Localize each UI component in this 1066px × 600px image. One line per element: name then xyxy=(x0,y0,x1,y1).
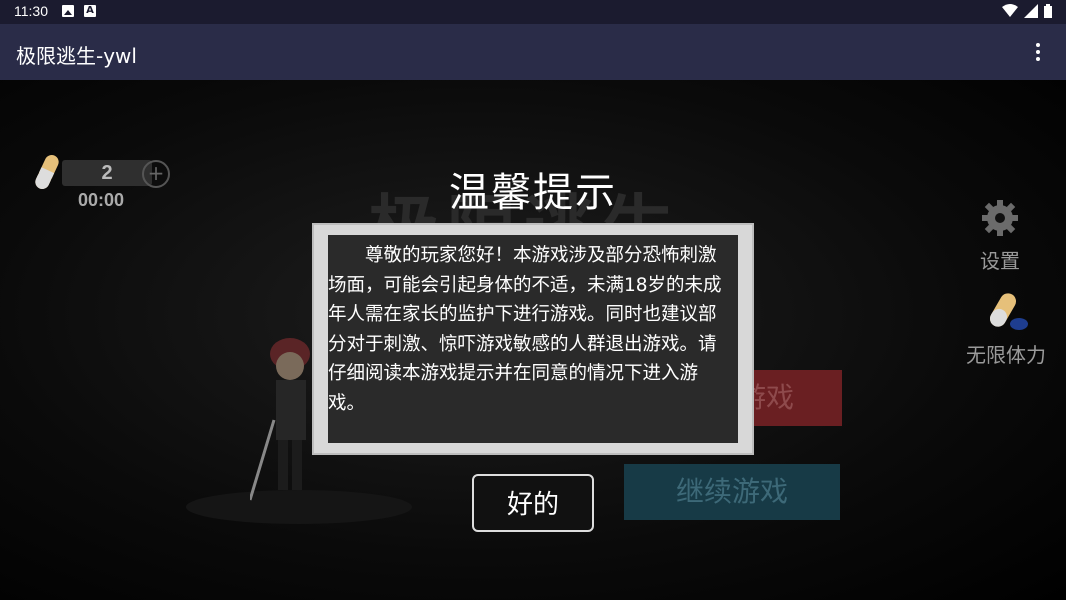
settings-label: 设置 xyxy=(980,249,1020,273)
overflow-menu-icon[interactable] xyxy=(1026,40,1050,64)
font-notification-icon: A xyxy=(84,5,96,17)
dialog-title: 温馨提示 xyxy=(449,170,617,216)
status-bar: 11:30 A xyxy=(0,0,1066,24)
status-time: 11:30 xyxy=(14,3,48,19)
image-notification-icon xyxy=(62,5,74,17)
warning-dialog: 尊敬的玩家您好！本游戏涉及部分恐怖刺激场面，可能会引起身体的不适，未满18岁的未… xyxy=(312,223,754,455)
stamina-label: 无限体力 xyxy=(966,343,1046,367)
ok-button[interactable]: 好的 xyxy=(472,474,594,532)
stamina-pill-icon xyxy=(990,293,1028,330)
dialog-body: 尊敬的玩家您好！本游戏涉及部分恐怖刺激场面，可能会引起身体的不适，未满18岁的未… xyxy=(328,235,738,443)
app-title: 极限逃生-ywl xyxy=(16,44,137,68)
infinite-stamina-button[interactable]: 无限体力 xyxy=(956,290,1056,368)
notification-icons: A xyxy=(62,5,96,17)
battery-icon xyxy=(1044,4,1052,18)
continue-game-label: 继续游戏 xyxy=(675,475,788,508)
system-icons xyxy=(1002,4,1052,18)
game-canvas: 极限逃生 2 + 00:00 设置 xyxy=(0,80,1066,600)
wifi-icon xyxy=(1002,4,1018,17)
dialog-message: 尊敬的玩家您好！本游戏涉及部分恐怖刺激场面，可能会引起身体的不适，未满18岁的未… xyxy=(328,245,722,414)
continue-game-button[interactable]: 继续游戏 xyxy=(624,464,840,520)
signal-icon xyxy=(1024,4,1038,18)
app-bar: 极限逃生-ywl xyxy=(0,24,1066,80)
